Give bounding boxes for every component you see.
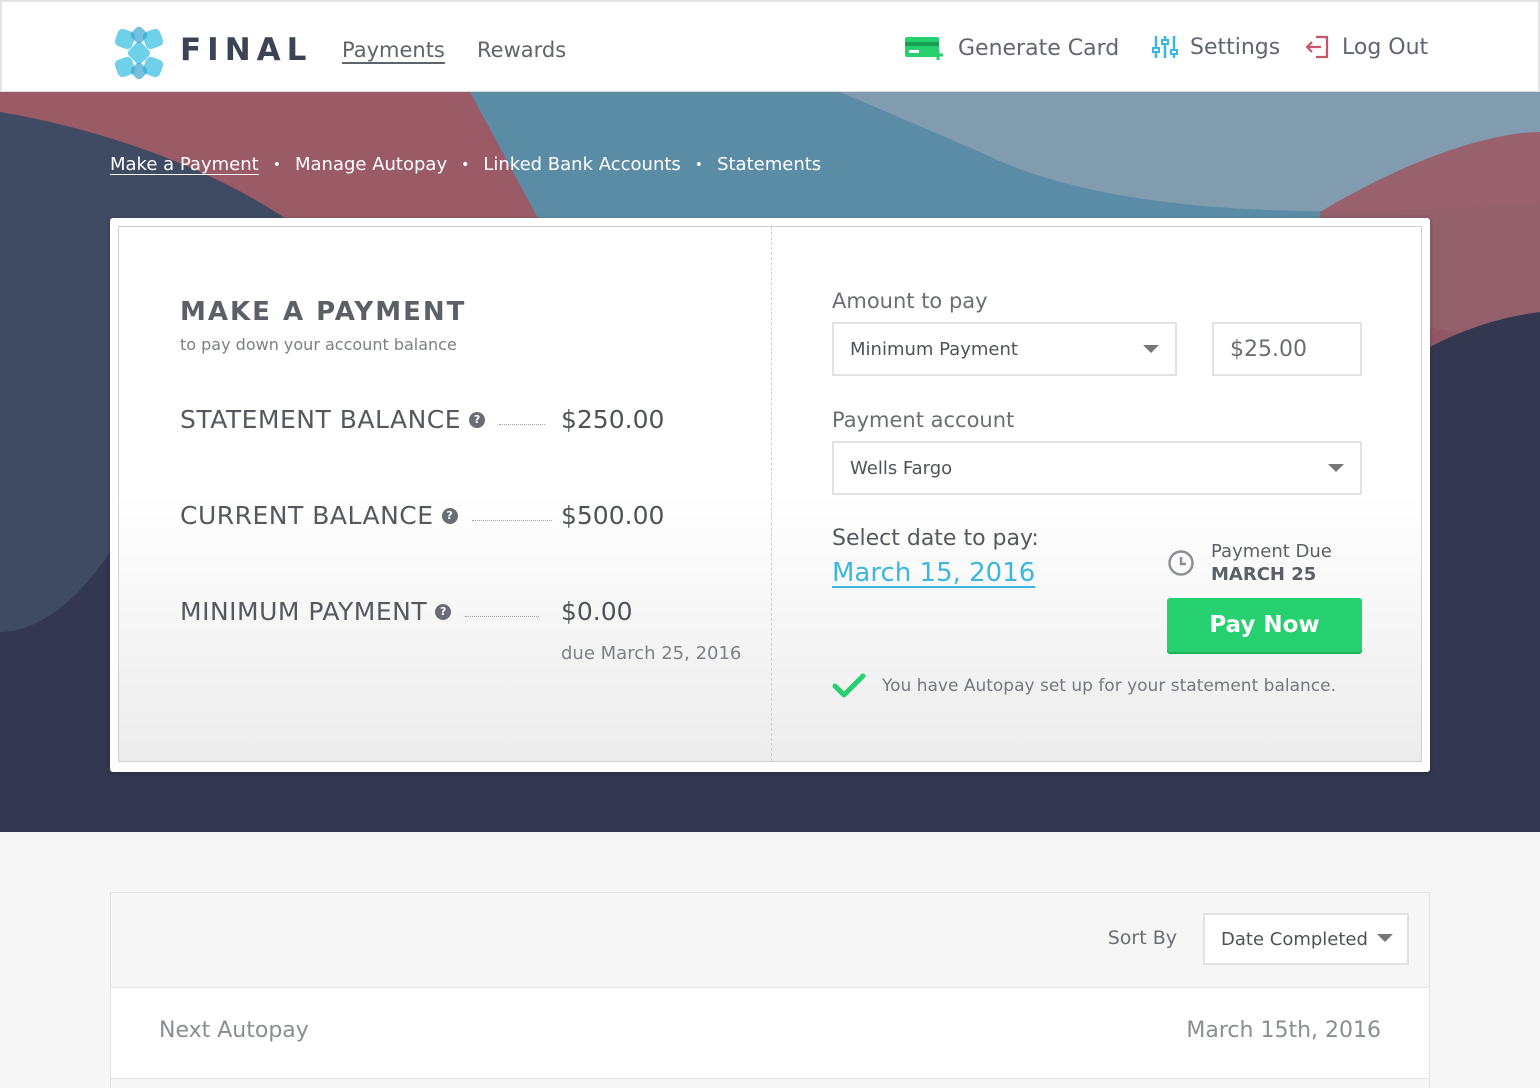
payments-list: Sort By Date Completed Next Autopay Marc… [110, 892, 1430, 1088]
minimum-payment-value: $0.00 [561, 597, 633, 626]
nav-rewards[interactable]: Rewards [477, 38, 566, 62]
statement-balance-label: STATEMENT BALANCE [180, 405, 462, 434]
crumb-separator: • [461, 156, 470, 173]
card-divider [771, 227, 772, 761]
dotted-leader [465, 616, 540, 617]
payment-due-label: Payment Due [1211, 541, 1332, 562]
payment-due-date: MARCH 25 [1211, 564, 1317, 585]
current-balance-value: $500.00 [561, 501, 665, 530]
list-item-title: Next Autopay [159, 1018, 309, 1043]
amount-input[interactable]: $25.00 [1212, 322, 1362, 376]
crumb-linked-bank-accounts[interactable]: Linked Bank Accounts [483, 154, 680, 175]
pay-now-button[interactable]: Pay Now [1167, 598, 1362, 652]
brand-name: FINAL [180, 32, 313, 68]
clock-icon [1168, 550, 1194, 576]
chevron-down-icon [1143, 345, 1159, 353]
payment-account-select[interactable]: Wells Fargo [832, 441, 1362, 495]
help-icon[interactable]: ? [469, 411, 486, 428]
help-icon[interactable]: ? [435, 603, 452, 620]
autopay-notice: You have Autopay set up for your stateme… [832, 673, 1336, 699]
payment-due-info: Payment Due MARCH 25 [1167, 541, 1332, 585]
crumb-statements[interactable]: Statements [717, 154, 821, 175]
chevron-down-icon [1377, 934, 1393, 942]
settings-button[interactable]: Settings [1152, 34, 1280, 60]
dotted-leader [499, 424, 546, 425]
logout-icon [1306, 35, 1329, 59]
crumb-separator: • [272, 156, 281, 173]
minimum-payment-label: MINIMUM PAYMENT [180, 597, 428, 626]
minimum-payment-row: MINIMUM PAYMENT ? [180, 597, 547, 626]
checkmark-icon [832, 673, 866, 698]
current-balance-row: CURRENT BALANCE ? [180, 501, 560, 530]
payment-card-inner: MAKE A PAYMENT to pay down your account … [118, 226, 1422, 762]
final-logo-icon[interactable] [112, 26, 166, 80]
amount-type-value: Minimum Payment [850, 338, 1018, 360]
sort-value: Date Completed [1221, 928, 1368, 950]
help-icon[interactable]: ? [441, 507, 458, 524]
amount-type-select[interactable]: Minimum Payment [832, 322, 1177, 376]
logout-button[interactable]: Log Out [1306, 34, 1428, 60]
generate-card-label: Generate Card [958, 35, 1120, 61]
crumb-separator: • [694, 156, 704, 173]
nav-payments[interactable]: Payments [342, 38, 445, 62]
settings-label: Settings [1190, 34, 1281, 60]
top-nav-bar: FINAL Payments Rewards Generate Card Set… [0, 0, 1540, 92]
sort-select[interactable]: Date Completed [1203, 913, 1409, 965]
sort-label: Sort By [1107, 927, 1177, 949]
statement-balance-row: STATEMENT BALANCE ? [180, 405, 553, 434]
autopay-notice-text: You have Autopay set up for your stateme… [882, 676, 1336, 696]
current-balance-label: CURRENT BALANCE [180, 501, 434, 530]
amount-value: $25.00 [1230, 336, 1307, 362]
logout-label: Log Out [1342, 34, 1429, 60]
page-title: MAKE A PAYMENT [180, 297, 467, 327]
crumb-manage-autopay[interactable]: Manage Autopay [295, 154, 447, 175]
account-label: Payment account [832, 408, 1015, 432]
amount-label: Amount to pay [832, 289, 988, 313]
minimum-due-note: due March 25, 2016 [561, 643, 742, 664]
credit-card-plus-icon [905, 37, 943, 60]
statement-balance-value: $250.00 [561, 405, 665, 434]
dotted-leader [471, 520, 552, 521]
crumb-make-payment[interactable]: Make a Payment [110, 154, 259, 175]
breadcrumb: Make a Payment • Manage Autopay • Linked… [110, 154, 821, 175]
list-item[interactable]: Next Autopay March 15th, 2016 [111, 987, 1429, 1079]
page-subtitle: to pay down your account balance [180, 335, 457, 354]
chevron-down-icon [1328, 464, 1344, 472]
payment-card: MAKE A PAYMENT to pay down your account … [110, 218, 1430, 772]
payment-account-value: Wells Fargo [850, 457, 953, 479]
sliders-icon [1152, 36, 1178, 58]
date-label: Select date to pay: [832, 526, 1039, 551]
generate-card-button[interactable]: Generate Card [904, 34, 1119, 62]
date-picker-link[interactable]: March 15, 2016 [832, 558, 1035, 588]
list-item-date: March 15th, 2016 [1186, 1018, 1381, 1043]
